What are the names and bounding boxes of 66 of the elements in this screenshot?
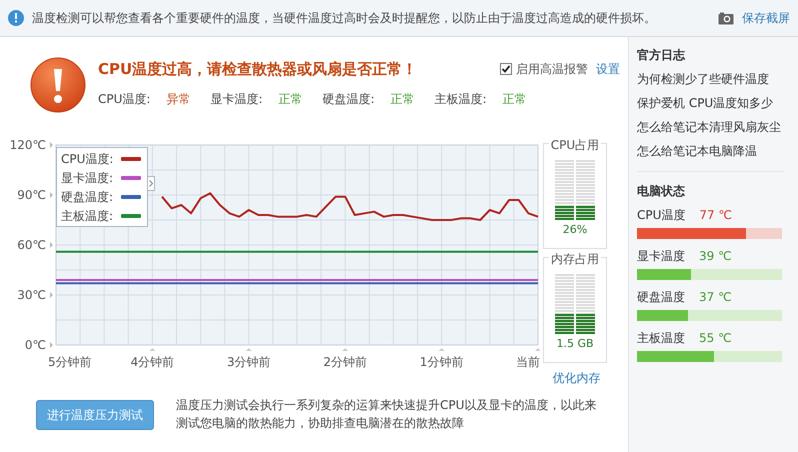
news-link[interactable]: 保护爱机 CPU温度知多少 [637,91,784,115]
y-tick: 90℃ [17,188,53,202]
chevron-right-icon [149,180,153,187]
news-link[interactable]: 怎么给笔记本电脑降温 [637,139,784,163]
temperature-reading: 77 ℃ [699,207,732,224]
y-tick-label: 30℃ [17,288,46,302]
settings-link[interactable]: 设置 [596,60,620,78]
meter-reading: 26% [562,222,588,238]
temperature-reading: 39 ℃ [699,248,732,265]
camera-icon [718,12,734,24]
y-tick: 0℃ [24,338,53,352]
legend-label: 主板温度: [61,208,114,224]
status-label: 主板温度: [434,91,487,108]
status-value: 异常 [166,91,190,108]
y-tick-label: 120℃ [10,138,46,152]
temperature-reading: 55 ℃ [699,330,732,347]
status-value: 正常 [502,91,527,108]
legend-swatch [121,176,141,180]
tick-mark [149,348,156,351]
warning-icon [30,57,86,113]
tick-mark [246,348,252,351]
y-tick: 120℃ [10,138,53,152]
optimize-memory-link[interactable]: 优化内存 [543,369,610,387]
legend-swatch [121,156,141,160]
status-value: 正常 [278,91,302,108]
x-tick-label: 当前 [516,355,540,369]
tick-mark [342,348,348,351]
legend-collapse-button[interactable] [147,176,155,191]
alarm-checkbox-label: 启用高温报警 [516,61,588,78]
temperature-reading: 37 ℃ [699,289,732,306]
y-tick-label: 0℃ [24,338,46,352]
alarm-checkbox[interactable] [500,63,512,75]
status-label: 硬盘温度: [322,91,375,108]
news-section-title: 官方日志 [637,47,686,64]
status-label: 主板温度 [637,330,685,347]
y-tick: 30℃ [17,288,53,302]
meter-reading: 1.5 GB [556,336,594,352]
info-text: 温度检测可以帮您查看各个重要硬件的温度，当硬件温度过高时会及时提醒您，以防止由于温度过高造成的硬件损坏。 [32,10,657,27]
status-label: CPU温度: [98,91,150,108]
legend-swatch [121,214,141,218]
status-label: 显卡温度 [637,248,685,265]
legend-swatch [121,194,141,198]
y-tick-label: 90℃ [17,188,46,202]
legend-label: 显卡温度: [61,170,114,186]
status-label: CPU温度 [637,207,686,224]
stress-test-description: 温度压力测试会执行一系列复杂的运算来快速提升CPU以及显卡的温度，以此来测试您电脑的散热能力，协助排查电脑潜在的散热故障 [176,397,598,432]
x-tick-label: 3分钟前 [226,355,271,369]
save-screenshot-link[interactable]: 保存截屏 [742,9,790,27]
x-tick-label: 4分钟前 [130,355,174,369]
legend-label: CPU温度: [61,150,114,168]
news-link[interactable]: 怎么给笔记本清理风扇灰尘 [637,115,784,139]
alert-title: CPU温度过高，请检查散热器或风扇是否正常！ [98,58,418,80]
info-icon [8,10,24,26]
status-label: 硬盘温度 [637,289,685,306]
x-tick-label: 5分钟前 [48,355,92,369]
y-tick-label: 60℃ [17,238,46,252]
x-tick-label: 2分钟前 [323,355,368,369]
tick-mark [438,348,445,351]
tick-mark [535,348,540,351]
status-label: 显卡温度: [210,91,262,108]
status-value: 正常 [390,91,415,108]
y-tick: 60℃ [17,238,53,252]
status-section-title: 电脑状态 [637,183,686,200]
legend-label: 硬盘温度: [61,188,114,206]
news-link[interactable]: 为何检测少了些硬件温度 [637,67,784,91]
x-tick-label: 1分钟前 [420,355,464,369]
